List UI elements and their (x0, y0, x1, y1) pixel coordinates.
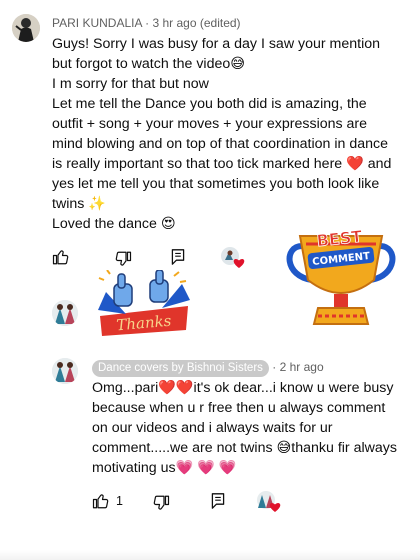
thumb-down-icon (153, 495, 170, 510)
comment-paragraph: Guys! Sorry I was busy for a day I saw y… (52, 36, 381, 72)
thumbs-up-thanks-icon: Thanks (98, 269, 190, 336)
reply-button[interactable] (170, 248, 186, 266)
comment-paragraph: Let me tell the Dance you both did is am… (52, 96, 392, 212)
avatar-image (12, 14, 40, 42)
reply-avatar[interactable] (52, 358, 78, 384)
thumb-up-icon (92, 494, 109, 509)
avatar-image (52, 358, 78, 384)
comment-paragraph: I m sorry for that but now (52, 76, 209, 92)
thanks-sticker: Thanks (96, 269, 192, 336)
avatar-image (52, 300, 78, 326)
creator-heart (220, 246, 246, 270)
reply-dislike-button[interactable] (152, 494, 170, 512)
reply-author-chip[interactable]: Dance covers by Bishnoi Sisters (92, 360, 269, 377)
reply-header: Dance covers by Bishnoi Sisters · 2 hr a… (92, 360, 324, 377)
reply-text: Omg...pari❤️❤️it's ok dear...i know u we… (92, 380, 397, 476)
comment-body: Guys! Sorry I was busy for a day I saw y… (52, 34, 398, 234)
meta-separator: · (272, 360, 280, 374)
reply-icon (211, 493, 225, 509)
reply-body: Omg...pari❤️❤️it's ok dear...i know u we… (92, 378, 404, 478)
dislike-button[interactable] (114, 250, 132, 268)
comment-time: 3 hr ago (edited) (152, 16, 241, 30)
reply-like-count: 1 (116, 494, 123, 508)
creator-heart-icon (221, 247, 245, 268)
bottom-edge (0, 550, 420, 560)
commenter-avatar[interactable] (12, 14, 40, 42)
reply-reply-button[interactable] (210, 492, 226, 510)
thumb-up-icon (52, 250, 69, 265)
comment-author[interactable]: PARI KUNDALIA (52, 16, 142, 30)
reply-creator-heart (256, 490, 282, 514)
creator-heart-icon (257, 491, 281, 512)
trophy-icon: BEST COMMENT (286, 226, 396, 325)
thumb-down-icon (115, 251, 132, 266)
reply-like-button[interactable]: 1 (92, 492, 123, 510)
meta-separator: · (145, 16, 153, 30)
creator-avatar[interactable] (52, 300, 78, 326)
best-comment-sticker: BEST COMMENT (282, 224, 400, 336)
comment-header: PARI KUNDALIA · 3 hr ago (edited) (52, 16, 241, 30)
like-button[interactable] (52, 248, 70, 266)
reply-icon (171, 249, 185, 265)
reply-time: 2 hr ago (279, 360, 324, 374)
